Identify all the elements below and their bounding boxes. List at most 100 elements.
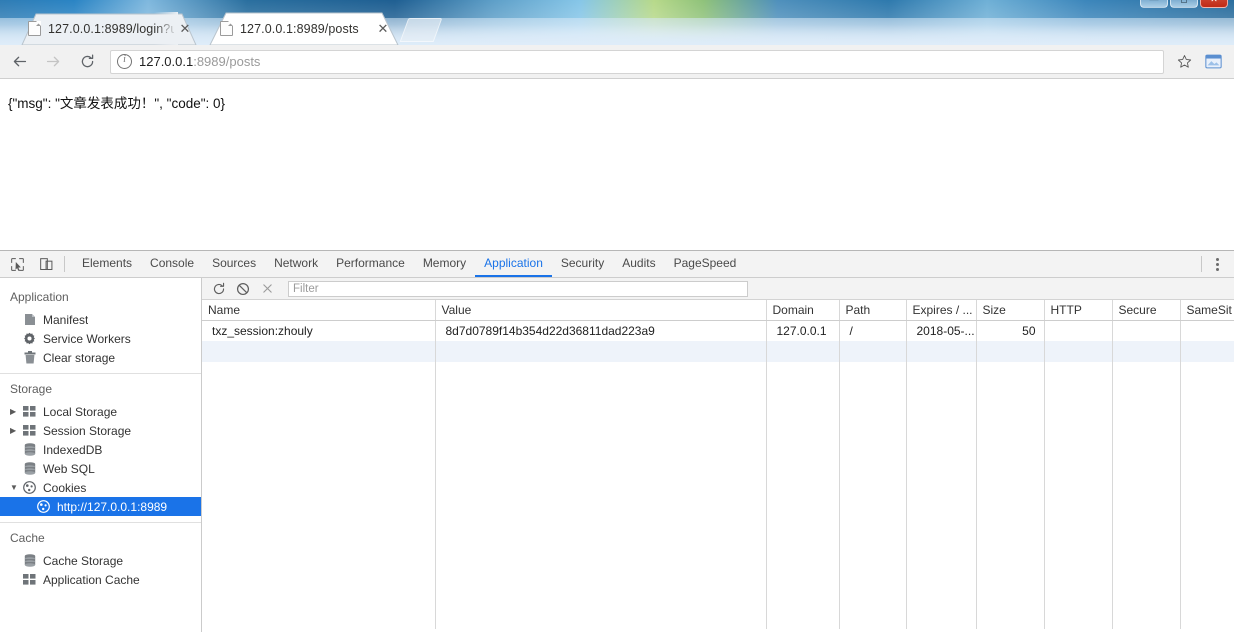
delete-cookie-button[interactable]: [256, 279, 278, 299]
bookmark-star-button[interactable]: [1170, 49, 1198, 75]
more-vertical-icon[interactable]: [1206, 253, 1228, 275]
cell-name: txz_session:zhouly: [202, 320, 436, 341]
tab-network[interactable]: Network: [265, 251, 327, 277]
column-header-secure[interactable]: Secure: [1112, 300, 1181, 321]
sidebar-item-label: Session Storage: [43, 423, 132, 438]
page-icon: [28, 21, 41, 36]
cell-empty: [1180, 362, 1234, 383]
sidebar-item-cookie-origin[interactable]: http://127.0.0.1:8989: [0, 497, 201, 516]
browser-tab-login[interactable]: 127.0.0.1:8989/login?u ✕: [14, 12, 204, 45]
tab-audits[interactable]: Audits: [613, 251, 664, 277]
column-header-samesite[interactable]: SameSit: [1180, 300, 1234, 321]
star-icon: [1177, 55, 1191, 68]
column-header-expires[interactable]: Expires / ...: [906, 300, 977, 321]
tab-console[interactable]: Console: [141, 251, 203, 277]
devtools-tab-bar: Elements Console Sources Network Perform…: [0, 251, 1234, 278]
cell-empty: [1180, 383, 1234, 629]
cell-domain: 127.0.0.1: [766, 320, 840, 341]
cell-empty: [766, 341, 840, 362]
tab-label: Security: [560, 256, 605, 270]
sidebar-item-manifest[interactable]: Manifest: [0, 310, 201, 329]
table-row[interactable]: txz_session:zhouly 8d7d0789f14b354d22d36…: [202, 320, 1234, 341]
cell-empty: [976, 341, 1045, 362]
new-tab-button[interactable]: [399, 18, 443, 42]
column-header-domain[interactable]: Domain: [766, 300, 840, 321]
cell-empty: [1112, 362, 1181, 383]
column-header-path[interactable]: Path: [839, 300, 907, 321]
table-row-empty: [202, 341, 1234, 362]
tab-application[interactable]: Application: [475, 251, 552, 277]
refresh-button[interactable]: [208, 279, 230, 299]
sidebar-section-application: Application: [10, 290, 69, 304]
url-host: 127.0.0.1: [139, 54, 194, 69]
filter-input[interactable]: Filter: [288, 280, 748, 297]
cookies-table: Name Value Domain Path Expires / ... Siz…: [202, 300, 1234, 629]
sidebar-item-web-sql[interactable]: Web SQL: [0, 459, 201, 478]
close-tab-button[interactable]: ✕: [374, 20, 392, 38]
minimize-button[interactable]: —: [1140, 0, 1168, 8]
toolbar-divider: [64, 256, 65, 272]
cell-empty: [906, 362, 977, 383]
cell-empty: [202, 383, 436, 629]
column-header-value[interactable]: Value: [435, 300, 767, 321]
maximize-icon: ◻: [1180, 0, 1187, 4]
device-toolbar-icon: [39, 257, 52, 270]
sidebar-item-application-cache[interactable]: Application Cache: [0, 570, 201, 589]
reload-button[interactable]: [72, 48, 102, 76]
cell-empty: [1044, 362, 1113, 383]
close-tab-button[interactable]: ✕: [176, 20, 194, 38]
sidebar-item-label: Cache Storage: [43, 553, 124, 568]
column-header-http[interactable]: HTTP: [1044, 300, 1113, 321]
sidebar-item-indexeddb[interactable]: IndexedDB: [0, 440, 201, 459]
sidebar-item-session-storage[interactable]: ▶ Session Storage: [0, 421, 201, 440]
column-header-size[interactable]: Size: [976, 300, 1045, 321]
minimize-icon: —: [1150, 0, 1159, 4]
cell-empty: [839, 383, 907, 629]
tab-elements[interactable]: Elements: [73, 251, 141, 277]
address-bar[interactable]: 127.0.0.1:8989/posts: [110, 49, 1164, 74]
database-icon: [22, 442, 37, 457]
sidebar-item-label: IndexedDB: [43, 442, 103, 457]
tab-performance[interactable]: Performance: [327, 251, 414, 277]
sidebar-item-cache-storage[interactable]: Cache Storage: [0, 551, 201, 570]
tab-memory[interactable]: Memory: [414, 251, 475, 277]
chevron-down-icon[interactable]: ▼: [10, 483, 22, 492]
sidebar-item-label: http://127.0.0.1:8989: [57, 499, 168, 514]
cell-empty: [766, 362, 840, 383]
cell-empty: [906, 383, 977, 629]
chevron-right-icon[interactable]: ▶: [10, 407, 22, 416]
tab-security[interactable]: Security: [552, 251, 613, 277]
grid-icon: [22, 572, 37, 587]
maximize-button[interactable]: ◻: [1170, 0, 1198, 8]
extension-button[interactable]: [1200, 50, 1226, 74]
close-window-button[interactable]: ✕: [1200, 0, 1228, 8]
toggle-device-toolbar-button[interactable]: [34, 252, 58, 276]
clear-all-cookies-button[interactable]: [232, 279, 254, 299]
cell-empty: [839, 362, 907, 383]
sidebar-section-cache: Cache: [10, 531, 45, 545]
sidebar-item-cookies[interactable]: ▼ Cookies: [0, 478, 201, 497]
back-button[interactable]: [4, 48, 34, 76]
cell-empty: [1044, 341, 1113, 362]
chevron-right-icon[interactable]: ▶: [10, 426, 22, 435]
cell-empty: [202, 341, 436, 362]
sidebar-item-clear-storage[interactable]: Clear storage: [0, 348, 201, 367]
tab-pagespeed[interactable]: PageSpeed: [665, 251, 746, 277]
database-icon: [22, 461, 37, 476]
browser-tab-posts[interactable]: 127.0.0.1:8989/posts ✕: [206, 12, 402, 45]
cell-samesite: [1180, 320, 1234, 341]
cell-empty: [976, 362, 1045, 383]
sidebar-item-local-storage[interactable]: ▶ Local Storage: [0, 402, 201, 421]
inspect-element-button[interactable]: [5, 252, 29, 276]
forward-button[interactable]: [38, 48, 68, 76]
sidebar-item-label: Web SQL: [43, 461, 95, 476]
cell-empty: [839, 341, 907, 362]
tab-sources[interactable]: Sources: [203, 251, 265, 277]
cell-expires: 2018-05-...: [906, 320, 977, 341]
column-header-name[interactable]: Name: [202, 300, 436, 321]
tab-label: Performance: [336, 256, 405, 270]
cell-size: 50: [976, 320, 1045, 341]
grid-icon: [22, 423, 37, 438]
sidebar-item-service-workers[interactable]: Service Workers: [0, 329, 201, 348]
info-circle-icon[interactable]: [117, 54, 132, 69]
